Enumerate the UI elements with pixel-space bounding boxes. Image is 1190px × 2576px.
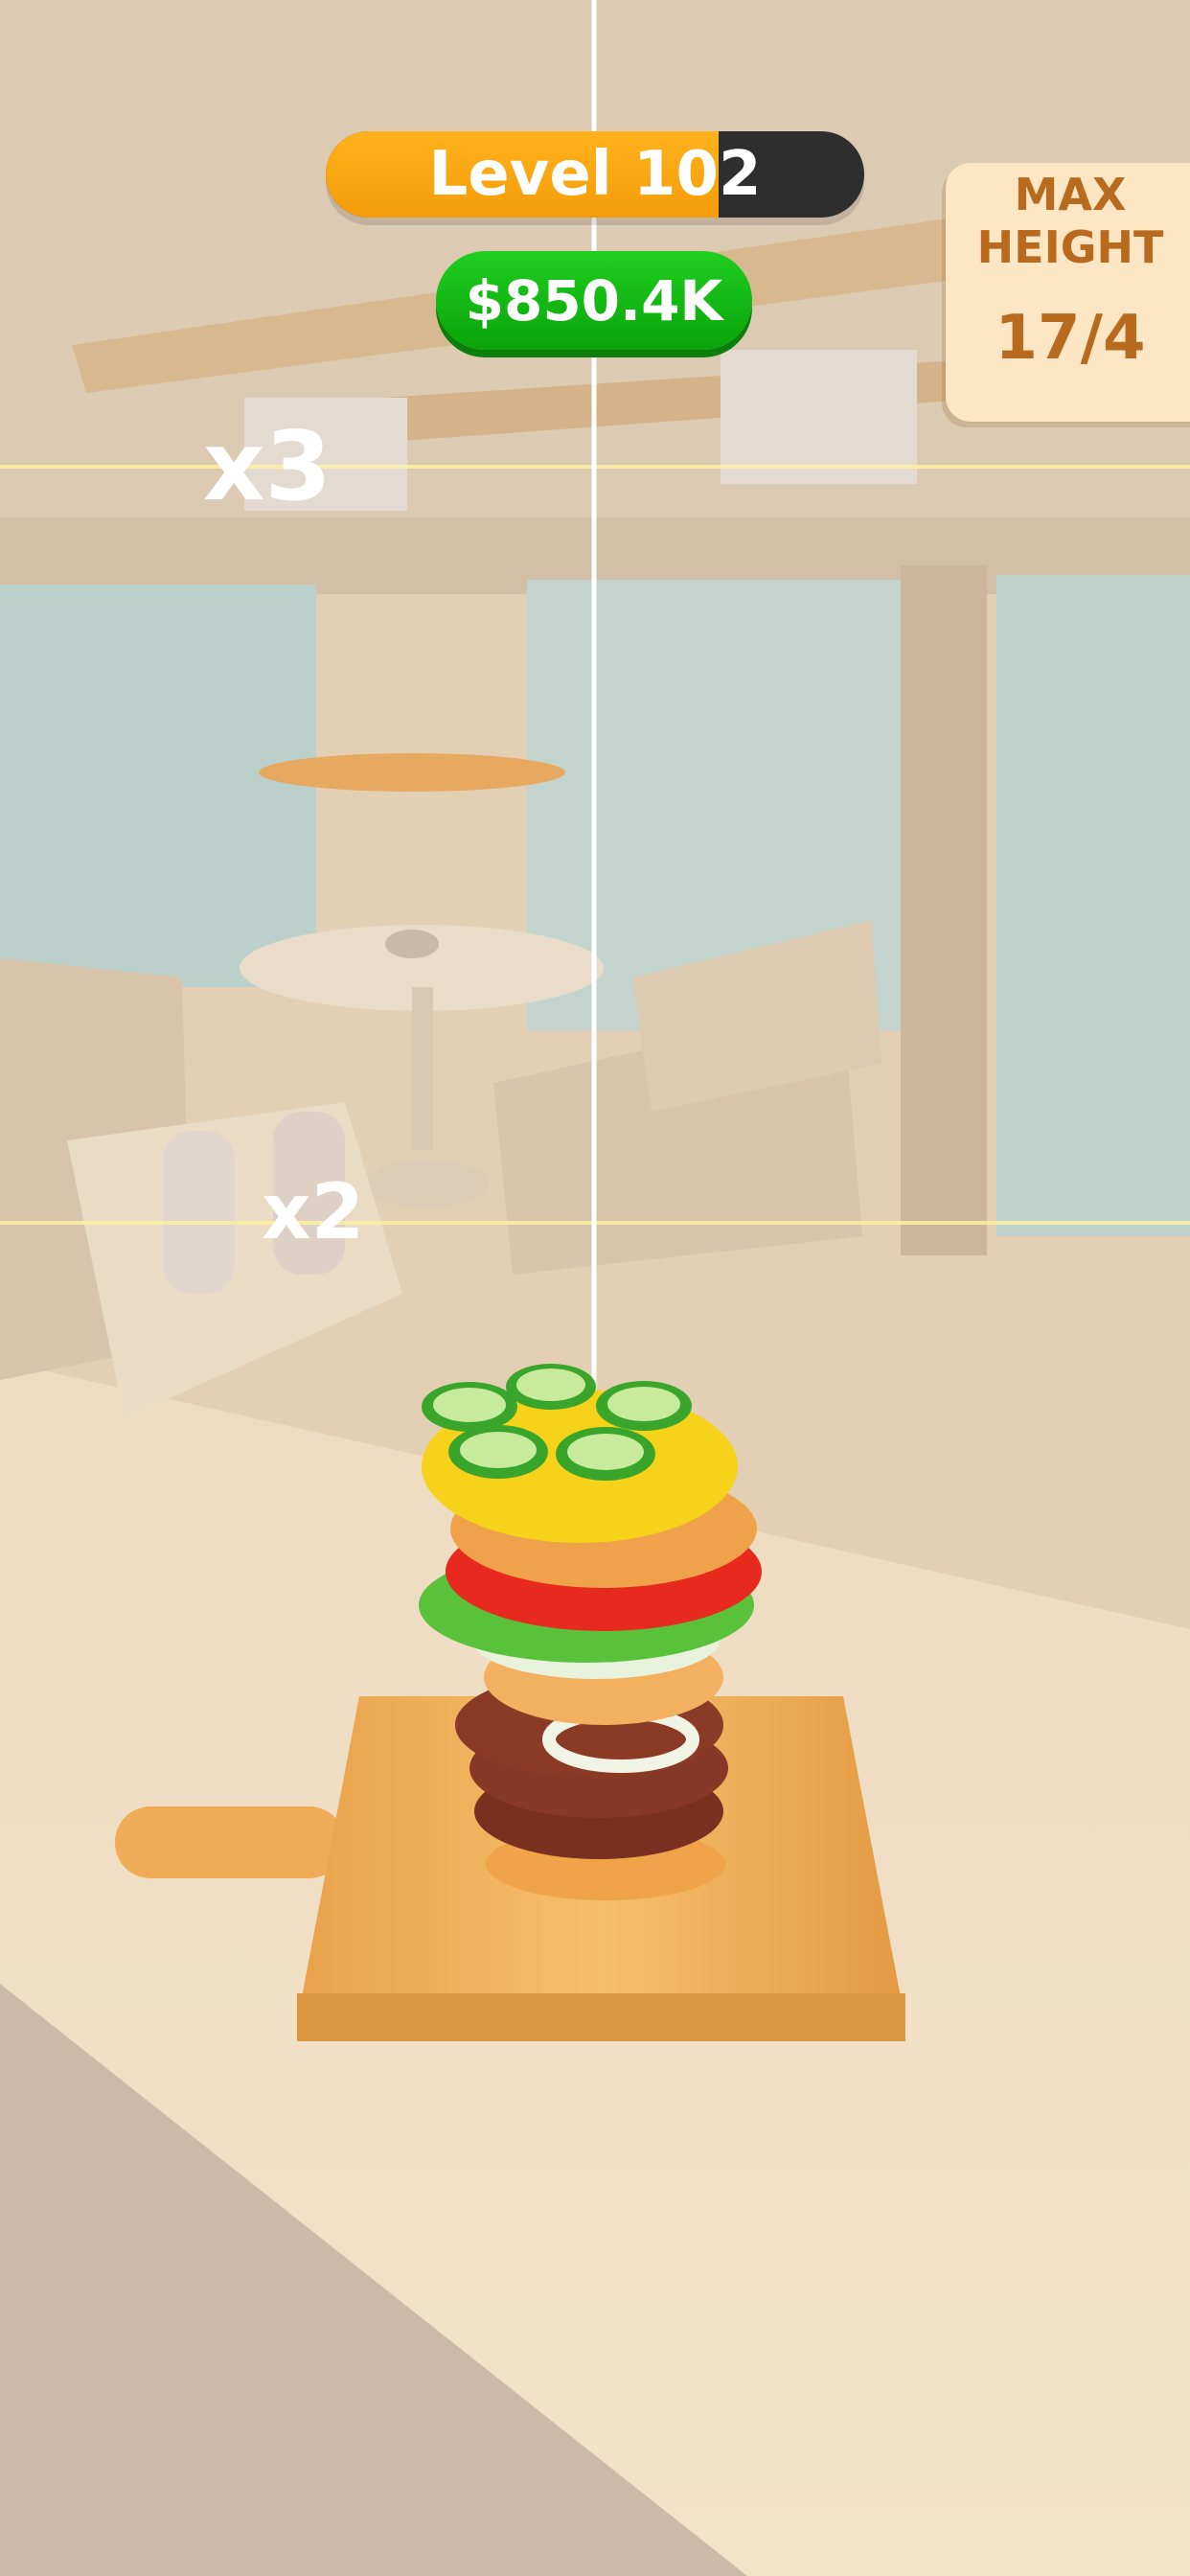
max-height-panel: MAX HEIGHT 17/4 [946,163,1190,422]
money-amount: $850.4K [465,267,723,334]
money-counter: $850.4K [436,251,752,350]
multiplier-x3-label: x3 [203,410,332,522]
level-progress-bar: Level 102 [326,131,864,218]
multiplier-x2-label: x2 [262,1167,365,1256]
max-height-title: MAX HEIGHT [976,169,1164,274]
level-label: Level 102 [428,139,762,210]
max-height-value: 17/4 [995,303,1146,375]
